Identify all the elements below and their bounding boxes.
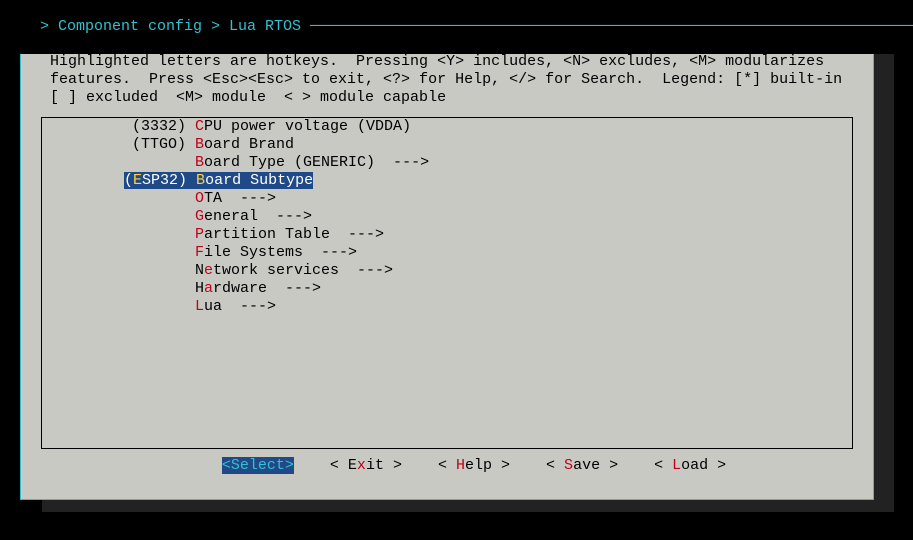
- menu-item-partition-table[interactable]: Partition Table --->: [42, 226, 852, 244]
- breadcrumb: > Component config > Lua RTOS ──────────…: [0, 0, 913, 54]
- menu-item-hardware[interactable]: Hardware --->: [42, 280, 852, 298]
- menu-item-network-services[interactable]: Network services --->: [42, 262, 852, 280]
- menu-item-cpu-voltage[interactable]: (3332) CPU power voltage (VDDA): [42, 118, 852, 136]
- menu-list[interactable]: (3332) CPU power voltage (VDDA) (TTGO) B…: [41, 117, 853, 449]
- dialog: Lua RTOS Arrow keys navigate the menu. <…: [20, 8, 874, 500]
- help-line-4: [ ] excluded <M> module < > module capab…: [41, 89, 446, 106]
- terminal-root: > Component config > Lua RTOS ──────────…: [0, 0, 913, 540]
- select-button[interactable]: <Select>: [222, 457, 294, 474]
- menu-item-lua[interactable]: Lua --->: [42, 298, 852, 316]
- save-button[interactable]: < Save >: [546, 457, 618, 474]
- menu-item-file-systems[interactable]: File Systems --->: [42, 244, 852, 262]
- menu-item-board-brand[interactable]: (TTGO) Board Brand: [42, 136, 852, 154]
- button-row: <Select> < Exit > < Help > < Save > < Lo…: [21, 439, 873, 493]
- help-line-2: Highlighted letters are hotkeys. Pressin…: [41, 53, 824, 70]
- exit-button[interactable]: < Exit >: [330, 457, 402, 474]
- load-button[interactable]: < Load >: [654, 457, 726, 474]
- menu-item-general[interactable]: General --->: [42, 208, 852, 226]
- menu-item-board-type[interactable]: Board Type (GENERIC) --->: [42, 154, 852, 172]
- help-line-3: features. Press <Esc><Esc> to exit, <?> …: [41, 71, 842, 88]
- help-button[interactable]: < Help >: [438, 457, 510, 474]
- breadcrumb-text: > Component config > Lua RTOS: [40, 18, 310, 35]
- menu-item-ota[interactable]: OTA --->: [42, 190, 852, 208]
- menu-item-board-subtype[interactable]: (ESP32) Board Subtype: [42, 172, 852, 190]
